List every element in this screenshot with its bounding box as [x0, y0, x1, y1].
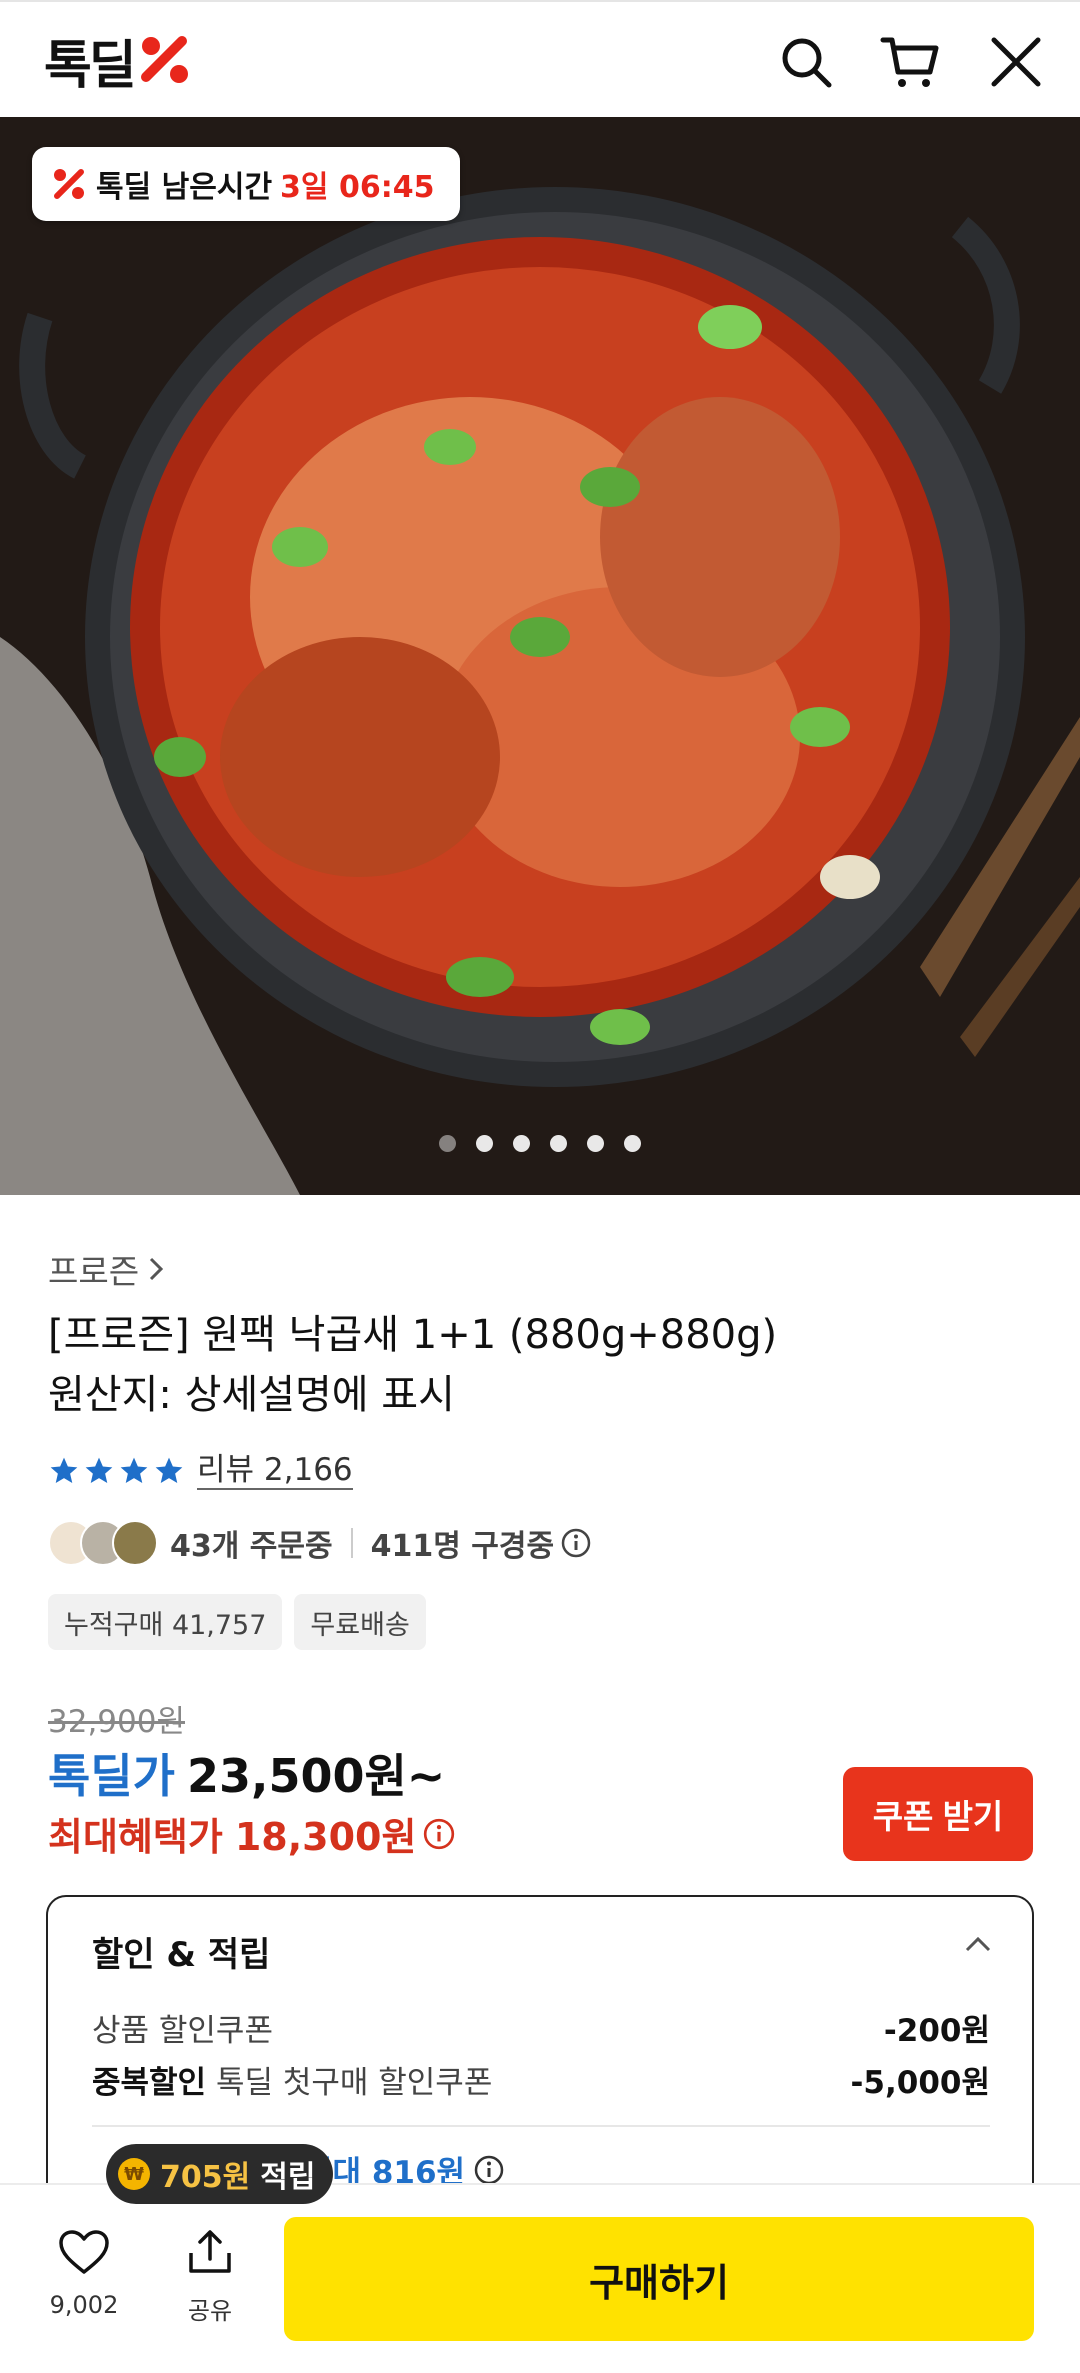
discount-row-amount: -200원 — [883, 2013, 990, 2049]
like-button[interactable]: 9,002 — [34, 2229, 134, 2319]
coin-icon: ₩ — [118, 2158, 150, 2190]
percent-logo-icon — [140, 36, 188, 83]
rating-row[interactable]: 리뷰 2,166 — [48, 1452, 353, 1490]
share-button[interactable]: 공유 — [160, 2229, 260, 2326]
chevron-right-icon — [150, 1257, 164, 1281]
max-benefit-value: 18,300원 — [234, 1815, 417, 1859]
carousel-indicator — [0, 1135, 1080, 1152]
discount-row-amount: -5,000원 — [850, 2065, 990, 2101]
share-label: 공유 — [187, 2297, 233, 2325]
category-label: 프로즌 — [48, 1252, 140, 1291]
category-breadcrumb[interactable]: 프로즌 — [48, 1245, 167, 1293]
max-benefit-row: 최대혜택가 18,300원 — [48, 1806, 456, 1861]
discount-row: 중복할인 톡딜 첫구매 할인쿠폰 -5,000원 — [92, 2057, 990, 2102]
buy-button[interactable]: 구매하기 — [284, 2217, 1034, 2341]
social-proof-row: 43개 주문중 411명 구경중 — [48, 1518, 592, 1568]
close-icon[interactable] — [984, 30, 1048, 94]
product-title-line1: [프로즌] 원팩 낙곱새 1+1 (880g+880g) — [48, 1312, 778, 1358]
chevron-up-icon[interactable] — [964, 1935, 992, 1953]
stacked-discount-name: 톡딜 첫구매 할인쿠폰 — [215, 2065, 493, 2101]
share-icon — [189, 2230, 231, 2273]
percent-icon — [54, 169, 84, 199]
timer-label: 톡딜 남은시간 — [96, 170, 273, 205]
carousel-dot[interactable] — [513, 1135, 530, 1152]
star-icon — [120, 1457, 148, 1483]
product-origin-line: 원산지: 상세설명에 표시 — [48, 1372, 455, 1418]
points-amount: 705원 — [160, 2160, 251, 2195]
original-price: 32,900원 — [48, 1704, 185, 1740]
carousel-dot[interactable] — [550, 1135, 567, 1152]
info-icon[interactable] — [560, 1527, 592, 1559]
star-icon — [85, 1457, 113, 1483]
timer-remaining: 3일 06:45 — [280, 170, 435, 205]
max-benefit-label: 최대혜택가 — [48, 1815, 223, 1859]
heart-icon — [59, 2230, 109, 2274]
discount-row-name: 중복할인 톡딜 첫구매 할인쿠폰 — [92, 2057, 492, 2102]
bottom-action-bar: 9,002 공유 구매하기 — [0, 2183, 1080, 2373]
stacked-discount-label: 중복할인 — [92, 2065, 207, 2101]
product-tags: 누적구매 41,757 무료배송 — [48, 1594, 426, 1650]
star-icon — [50, 1457, 78, 1483]
tag-cumulative-purchases: 누적구매 41,757 — [48, 1594, 283, 1650]
avatar — [112, 1520, 158, 1566]
deal-price-value: 23,500원~ — [186, 1749, 446, 1803]
orders-count: 43개 주문중 — [170, 1529, 333, 1564]
product-photo — [0, 117, 1080, 1195]
carousel-dot[interactable] — [624, 1135, 641, 1152]
top-header: 톡딜 — [0, 0, 1080, 117]
points-tooltip: ₩ 705원 적립 — [106, 2144, 334, 2204]
review-count-link[interactable]: 리뷰 2,166 — [197, 1452, 353, 1490]
info-icon[interactable] — [473, 2154, 505, 2186]
carousel-dot[interactable] — [587, 1135, 604, 1152]
carousel-dot[interactable] — [476, 1135, 493, 1152]
discount-row: 상품 할인쿠폰 -200원 — [92, 2005, 990, 2050]
get-coupon-button[interactable]: 쿠폰 받기 — [843, 1767, 1033, 1861]
deal-price-label: 톡딜가 — [48, 1749, 175, 1803]
info-icon[interactable] — [422, 1817, 456, 1851]
carousel-dot[interactable] — [439, 1135, 456, 1152]
search-icon[interactable] — [774, 30, 838, 94]
brand-logo[interactable]: 톡딜 — [44, 30, 192, 96]
cart-icon[interactable] — [878, 30, 942, 94]
discount-row-name: 상품 할인쿠폰 — [92, 2013, 273, 2049]
tag-free-shipping: 무료배송 — [294, 1594, 426, 1650]
like-count: 9,002 — [49, 2291, 119, 2319]
divider — [350, 1528, 353, 1558]
deal-price-row: 톡딜가 23,500원~ — [48, 1740, 445, 1806]
deal-timer-badge: 톡딜 남은시간 3일 06:45 — [32, 147, 461, 221]
viewers-count: 411명 구경중 — [370, 1529, 555, 1564]
star-icon — [155, 1457, 183, 1483]
product-image-carousel[interactable]: 톡딜 남은시간 3일 06:45 — [0, 117, 1080, 1195]
points-label: 적립 — [260, 2160, 316, 2195]
divider — [92, 2125, 990, 2127]
product-title: [프로즌] 원팩 낙곱새 1+1 (880g+880g) 원산지: 상세설명에 … — [48, 1305, 1038, 1425]
buyer-avatars — [48, 1520, 158, 1566]
discount-panel-title: 할인 & 적립 — [92, 1935, 271, 1975]
logo-text: 톡딜 — [44, 35, 137, 96]
rating-stars — [48, 1455, 185, 1487]
